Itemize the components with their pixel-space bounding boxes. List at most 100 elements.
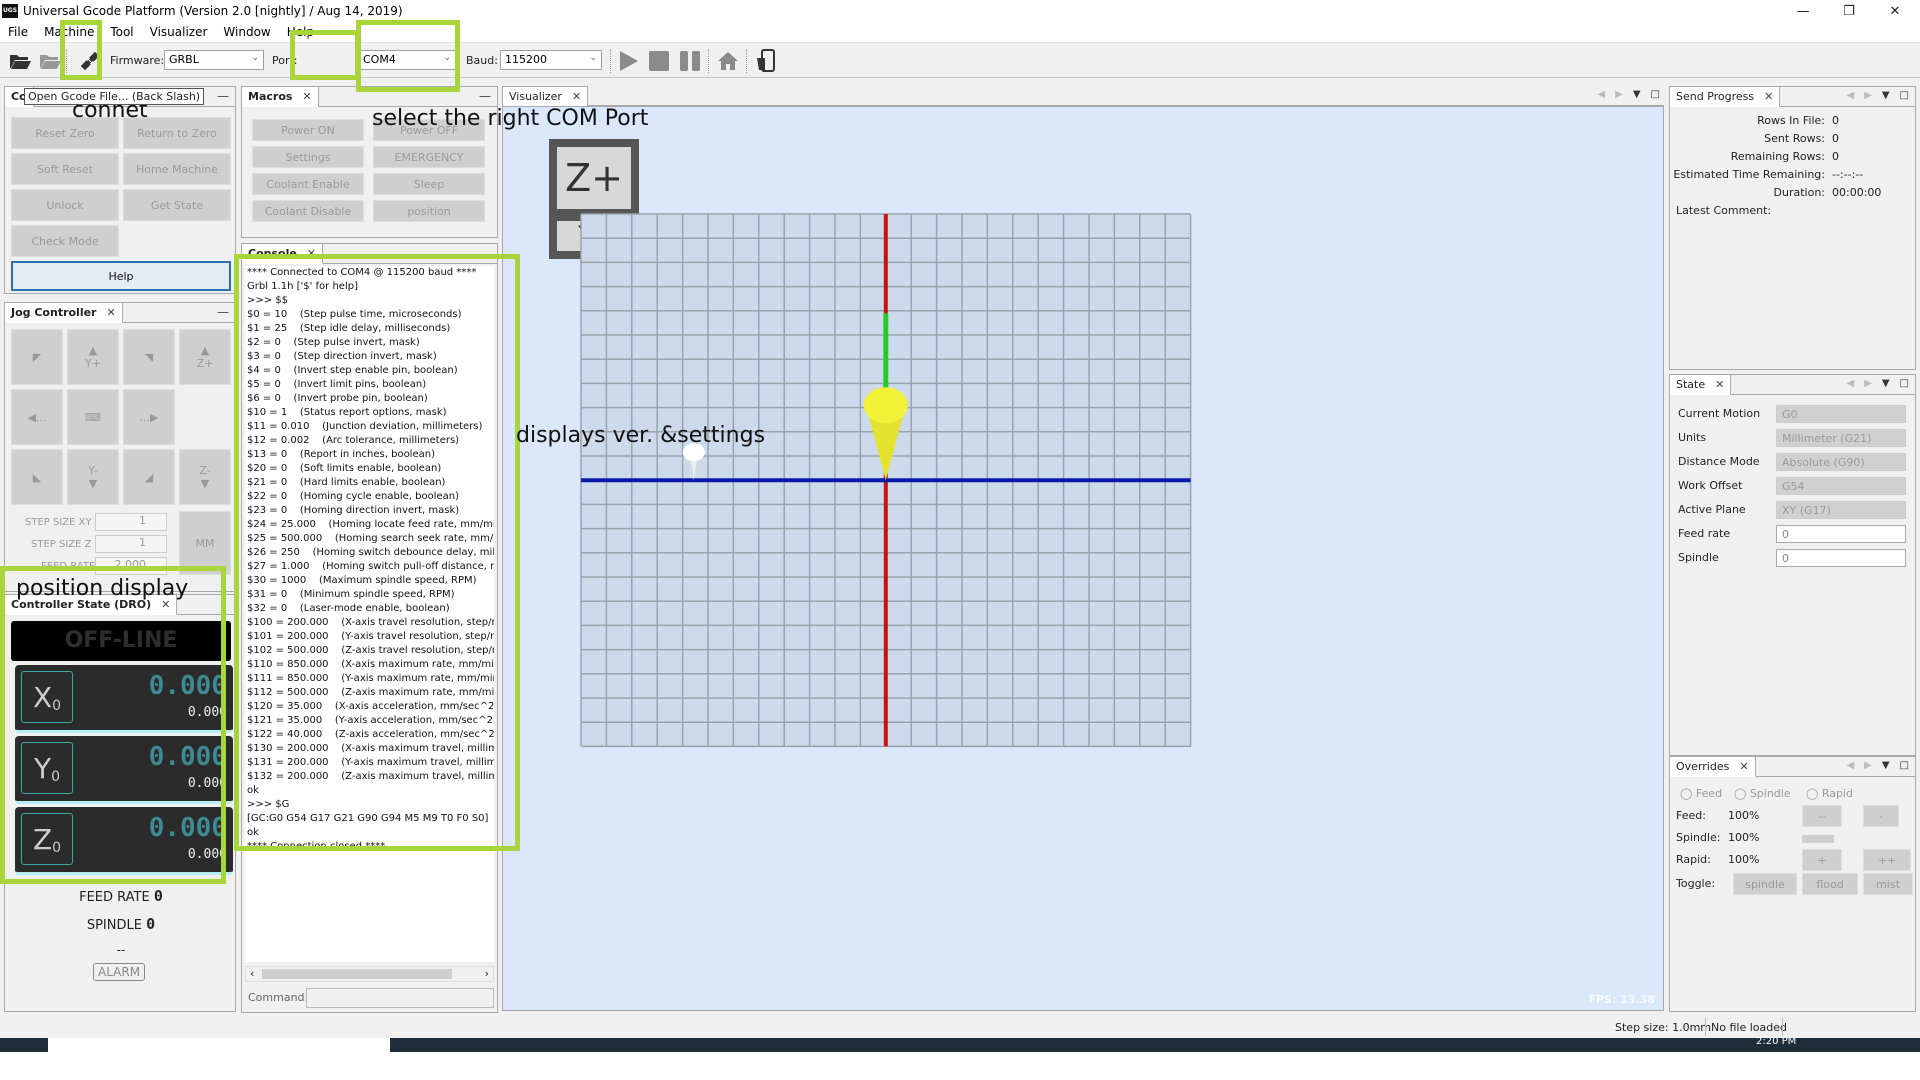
pendant-button[interactable] — [754, 49, 778, 73]
macro-coolant-disable-button[interactable]: Coolant Disable — [252, 200, 364, 222]
override-fine-plus-button[interactable]: + — [1802, 849, 1842, 871]
override-fine-minus-button[interactable]: - — [1863, 805, 1899, 827]
macro-power-on-button[interactable]: Power ON — [252, 119, 364, 141]
tab-next-icon[interactable]: ▶ — [1615, 89, 1623, 100]
tab-state[interactable]: State ✕ — [1670, 375, 1732, 395]
radio-feed[interactable]: ◯ Feed — [1680, 787, 1722, 800]
restore-button[interactable]: ❐ — [1826, 0, 1872, 22]
minimize-button[interactable]: — — [1780, 0, 1826, 22]
step-size-xy-input[interactable]: 1 — [95, 513, 167, 531]
maximize-panel-icon[interactable]: □ — [1900, 90, 1909, 101]
close-tab-icon[interactable]: ✕ — [302, 90, 311, 103]
close-tab-icon[interactable]: ✕ — [1764, 90, 1773, 103]
home-button[interactable] — [716, 49, 740, 73]
tab-menu-icon[interactable]: ▼ — [1882, 90, 1890, 101]
spindle-field[interactable]: 0 — [1776, 549, 1906, 567]
minimize-panel-icon[interactable]: — — [217, 89, 229, 103]
scroll-left-icon[interactable]: ‹ — [250, 967, 254, 980]
open-file-button[interactable] — [8, 49, 32, 73]
toggle-spindle-button[interactable]: spindle — [1733, 873, 1797, 895]
macro-sleep-button[interactable]: Sleep — [373, 173, 485, 195]
home-machine-button[interactable]: Home Machine — [123, 153, 231, 185]
jog-x-minus-y-minus-button[interactable]: ◣ — [11, 449, 63, 505]
jog-x-minus-y-plus-button[interactable]: ◤ — [11, 329, 63, 385]
tab-prev-icon[interactable]: ◀ — [1597, 89, 1605, 100]
jog-x-plus-button[interactable]: ... ▶ — [123, 389, 175, 445]
spindle-override-slider[interactable] — [1802, 835, 1834, 843]
toggle-flood-button[interactable]: flood — [1802, 873, 1858, 895]
menu-visualizer[interactable]: Visualizer — [142, 25, 216, 39]
jog-y-plus-button[interactable]: ▲ Y+ — [67, 329, 119, 385]
radio-rapid[interactable]: ◯ Rapid — [1806, 787, 1853, 800]
maximize-panel-icon[interactable]: □ — [1900, 378, 1909, 389]
macro-coolant-enable-button[interactable]: Coolant Enable — [252, 173, 364, 195]
tab-menu-icon[interactable]: ▼ — [1882, 378, 1890, 389]
jog-z-minus-button[interactable]: Z- ▼ — [179, 449, 231, 505]
radio-spindle[interactable]: ◯ Spindle — [1734, 787, 1791, 800]
feed-rate-field[interactable]: 0 — [1776, 525, 1906, 543]
keyboard-jog-button[interactable]: ⌨ — [67, 389, 119, 445]
pause-button[interactable] — [678, 49, 702, 73]
baud-select[interactable]: 115200 ⌄ — [500, 50, 602, 70]
close-tab-icon[interactable]: ✕ — [106, 306, 115, 319]
tab-menu-icon[interactable]: ▼ — [1633, 89, 1641, 100]
minimize-panel-icon[interactable]: — — [479, 89, 491, 103]
tab-macros[interactable]: Macros ✕ — [242, 87, 319, 107]
unlock-button[interactable]: Unlock — [11, 189, 119, 221]
jog-x-plus-y-plus-button[interactable]: ◥ — [123, 329, 175, 385]
panel-tab-controls: ◀ ▶ ▼ □ — [1846, 760, 1909, 771]
jog-x-plus-y-minus-button[interactable]: ◢ — [123, 449, 175, 505]
override-coarse-plus-button[interactable]: ++ — [1863, 849, 1911, 871]
maximize-panel-icon[interactable]: □ — [1651, 89, 1660, 100]
units-select[interactable]: Millimeter (G21) — [1776, 429, 1906, 447]
tab-next-icon[interactable]: ▶ — [1864, 378, 1872, 389]
jog-y-minus-button[interactable]: Y- ▼ — [67, 449, 119, 505]
toggle-mist-button[interactable]: mist — [1863, 873, 1913, 895]
macro-position-button[interactable]: position — [373, 200, 485, 222]
tab-next-icon[interactable]: ▶ — [1864, 760, 1872, 771]
open-recent-button[interactable] — [38, 49, 62, 73]
console-horizontal-scrollbar[interactable]: ‹ › — [245, 966, 494, 982]
minimize-panel-icon[interactable]: — — [217, 305, 229, 319]
tab-prev-icon[interactable]: ◀ — [1846, 378, 1854, 389]
tab-next-icon[interactable]: ▶ — [1864, 90, 1872, 101]
tab-visualizer[interactable]: Visualizer ✕ — [502, 86, 589, 106]
tab-prev-icon[interactable]: ◀ — [1846, 90, 1854, 101]
menu-tool[interactable]: Tool — [102, 25, 141, 39]
visualizer-canvas[interactable]: Z+ Y− FPS: 13.38 — [502, 106, 1664, 1011]
current-motion-select[interactable]: G0 — [1776, 405, 1906, 423]
tab-prev-icon[interactable]: ◀ — [1846, 760, 1854, 771]
command-input[interactable] — [306, 988, 494, 1008]
macro-emergency-button[interactable]: EMERGENCY — [373, 146, 485, 168]
work-offset-select[interactable]: G54 — [1776, 477, 1906, 495]
menu-window[interactable]: Window — [215, 25, 278, 39]
firmware-select[interactable]: GRBL ⌄ — [164, 50, 264, 70]
soft-reset-button[interactable]: Soft Reset — [11, 153, 119, 185]
stop-button[interactable] — [647, 49, 671, 73]
step-size-z-input[interactable]: 1 — [95, 535, 167, 553]
active-plane-select[interactable]: XY (G17) — [1776, 501, 1906, 519]
override-coarse-minus-button[interactable]: -- — [1802, 805, 1842, 827]
distance-mode-select[interactable]: Absolute (G90) — [1776, 453, 1906, 471]
close-tab-icon[interactable]: ✕ — [1715, 378, 1724, 391]
tab-jog-controller[interactable]: Jog Controller ✕ — [5, 303, 123, 323]
scroll-right-icon[interactable]: › — [485, 967, 489, 980]
menu-file[interactable]: File — [0, 25, 36, 39]
maximize-panel-icon[interactable]: □ — [1900, 760, 1909, 771]
scrollbar-thumb[interactable] — [262, 969, 452, 979]
close-button[interactable]: ✕ — [1872, 0, 1918, 22]
pause-icon — [680, 51, 700, 71]
macro-settings-button[interactable]: Settings — [252, 146, 364, 168]
tab-menu-icon[interactable]: ▼ — [1882, 760, 1890, 771]
check-mode-button[interactable]: Check Mode — [11, 225, 119, 257]
help-button[interactable]: Help — [11, 261, 231, 291]
tab-overrides[interactable]: Overrides ✕ — [1670, 757, 1756, 777]
close-tab-icon[interactable]: ✕ — [572, 90, 581, 103]
jog-x-minus-button[interactable]: ◀... — [11, 389, 63, 445]
get-state-button[interactable]: Get State — [123, 189, 231, 221]
close-tab-icon[interactable]: ✕ — [1739, 760, 1748, 773]
taskbar-search[interactable] — [48, 1038, 390, 1052]
play-button[interactable] — [616, 49, 640, 73]
jog-z-plus-button[interactable]: ▲ Z+ — [179, 329, 231, 385]
tab-send-progress[interactable]: Send Progress ✕ — [1670, 87, 1781, 107]
